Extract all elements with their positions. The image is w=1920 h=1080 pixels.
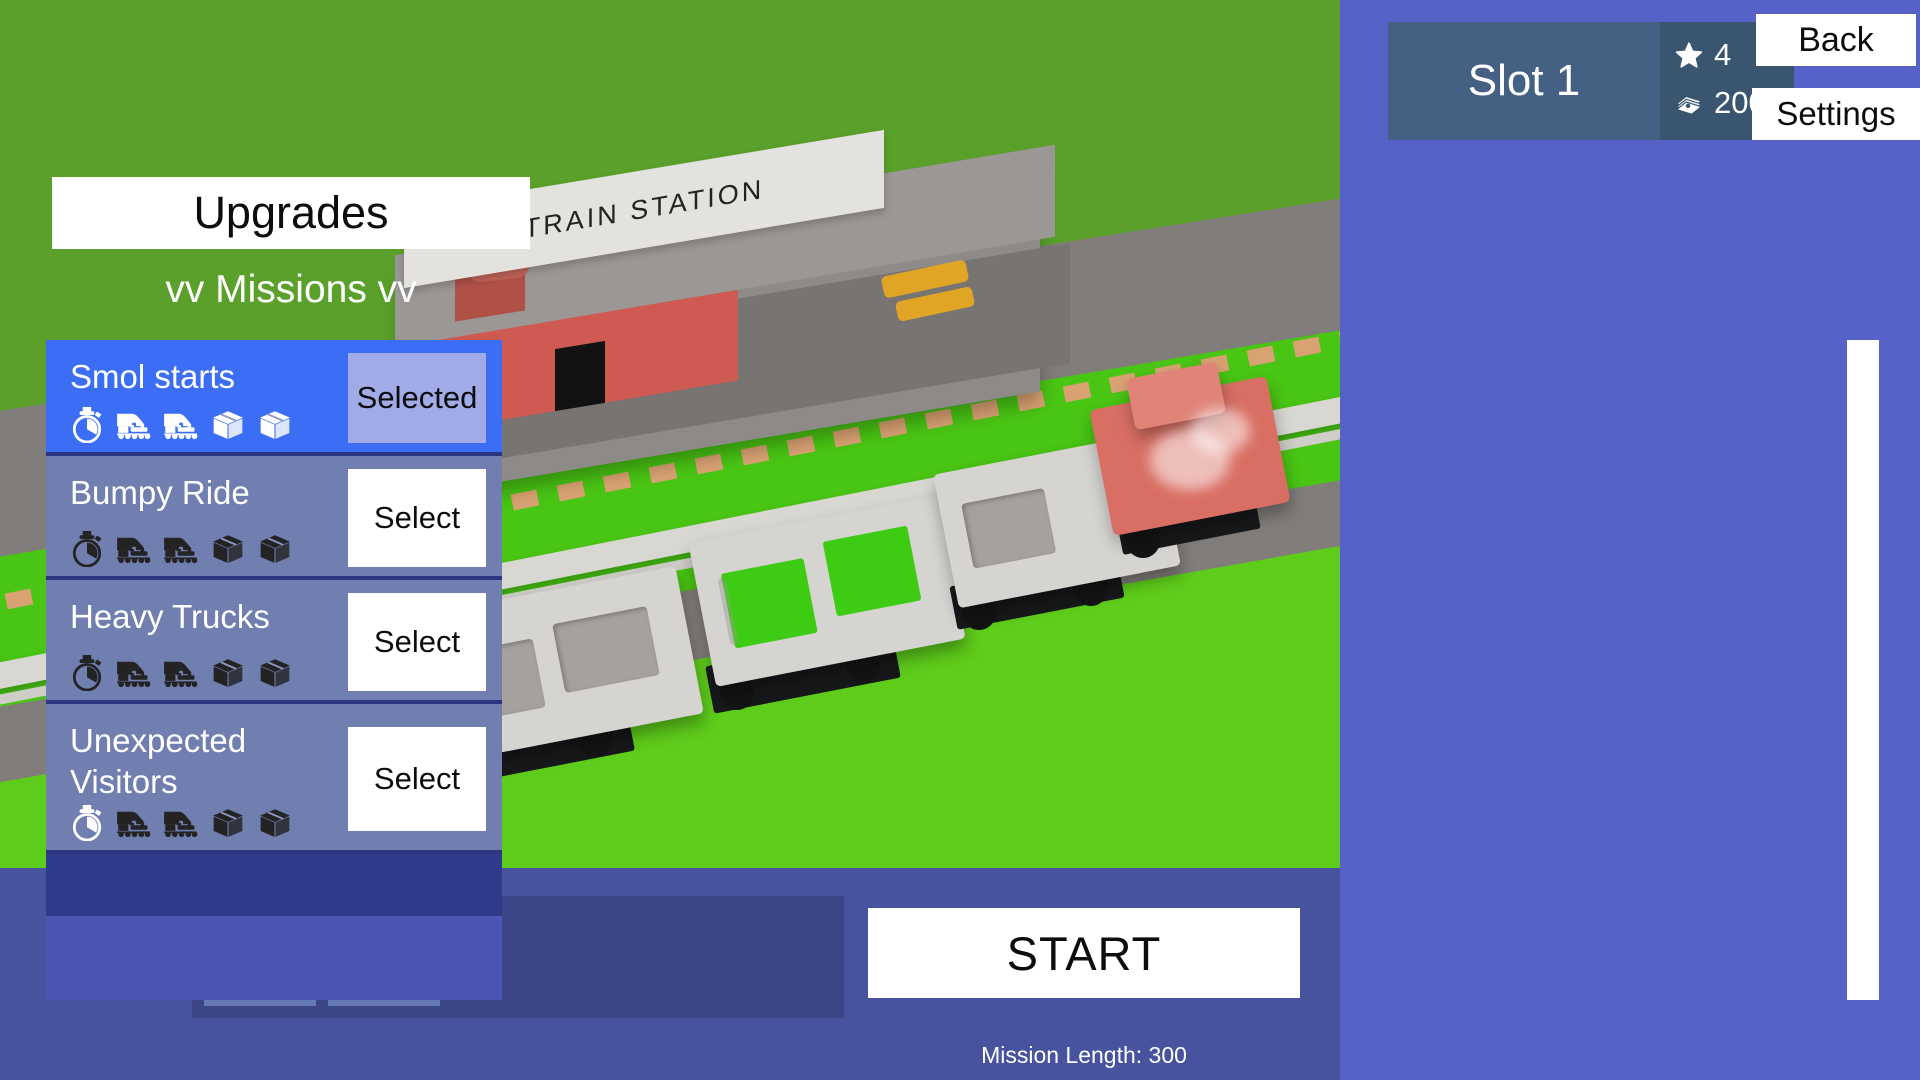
game-screen: TRAIN STATION START Mission Length: 300 … <box>0 0 1920 1080</box>
mission-button-label: Select <box>373 761 461 796</box>
locomotive-icon <box>115 406 153 444</box>
locomotive-icon <box>162 406 200 444</box>
locomotive-icon <box>115 804 153 842</box>
mission-name: Heavy Trucks <box>70 598 270 635</box>
box-icon <box>209 406 247 444</box>
box-icon <box>256 654 294 692</box>
box-icon <box>209 804 247 842</box>
mission-requirement-icons <box>68 654 294 692</box>
mission-name: Bumpy Ride <box>70 474 250 511</box>
mission-row[interactable]: Unexpected Visitors Select <box>46 704 502 854</box>
money-stack-icon <box>1672 86 1706 120</box>
save-slot-bar[interactable]: Slot 1 4 200 <box>1388 22 1794 140</box>
mission-list-scrollbar[interactable] <box>1847 340 1879 1000</box>
upgrades-button-label: Upgrades <box>193 187 389 238</box>
mission-select-button[interactable]: Select <box>348 727 486 831</box>
mission-row[interactable]: Bumpy Ride Select <box>46 456 502 580</box>
box-icon <box>256 406 294 444</box>
settings-button[interactable]: Settings <box>1752 88 1920 140</box>
locomotive-icon <box>162 654 200 692</box>
start-button-label: START <box>1006 926 1162 980</box>
right-side-panel: Slot 1 4 200 <box>1340 0 1920 1080</box>
stopwatch-icon <box>68 654 106 692</box>
locomotive-icon <box>115 530 153 568</box>
mission-length-label: Mission Length: 300 <box>981 1042 1187 1068</box>
steam-puff <box>1190 408 1250 454</box>
start-button[interactable]: START <box>868 908 1300 998</box>
mission-button-label: Selected <box>356 380 478 415</box>
mission-button-label: Select <box>373 500 461 535</box>
stopwatch-icon <box>68 804 106 842</box>
locomotive-icon <box>115 654 153 692</box>
mission-row[interactable]: Heavy Trucks Select <box>46 580 502 704</box>
mission-name: Unexpected Visitors <box>70 722 247 800</box>
upgrades-button[interactable]: Upgrades <box>52 177 530 249</box>
mission-requirement-icons <box>68 406 294 444</box>
star-icon <box>1672 38 1706 72</box>
mission-requirement-icons <box>68 530 294 568</box>
box-icon <box>256 804 294 842</box>
mission-row[interactable]: Smol starts Selected <box>46 340 502 456</box>
missions-section-title: vv Missions vv <box>165 268 417 311</box>
back-button[interactable]: Back <box>1756 14 1916 66</box>
mission-button-label: Select <box>373 624 461 659</box>
box-icon <box>209 654 247 692</box>
stopwatch-icon <box>68 530 106 568</box>
mission-selected-button[interactable]: Selected <box>348 353 486 443</box>
locomotive-icon <box>162 804 200 842</box>
mission-select-button[interactable]: Select <box>348 593 486 691</box>
stopwatch-icon <box>68 406 106 444</box>
slot-label: Slot 1 <box>1467 56 1581 105</box>
box-icon <box>209 530 247 568</box>
mission-list[interactable]: Smol starts Selected Bumpy Ride Select Heavy… <box>46 340 502 1000</box>
mission-name: Smol starts <box>70 358 236 395</box>
mission-select-button[interactable]: Select <box>348 469 486 567</box>
station-door <box>555 340 605 412</box>
settings-button-label: Settings <box>1776 95 1896 132</box>
stars-value: 4 <box>1714 37 1732 72</box>
mission-list-filler <box>46 854 502 916</box>
locomotive-icon <box>162 530 200 568</box>
mission-requirement-icons <box>68 804 294 842</box>
box-icon <box>256 530 294 568</box>
back-button-label: Back <box>1798 20 1874 59</box>
